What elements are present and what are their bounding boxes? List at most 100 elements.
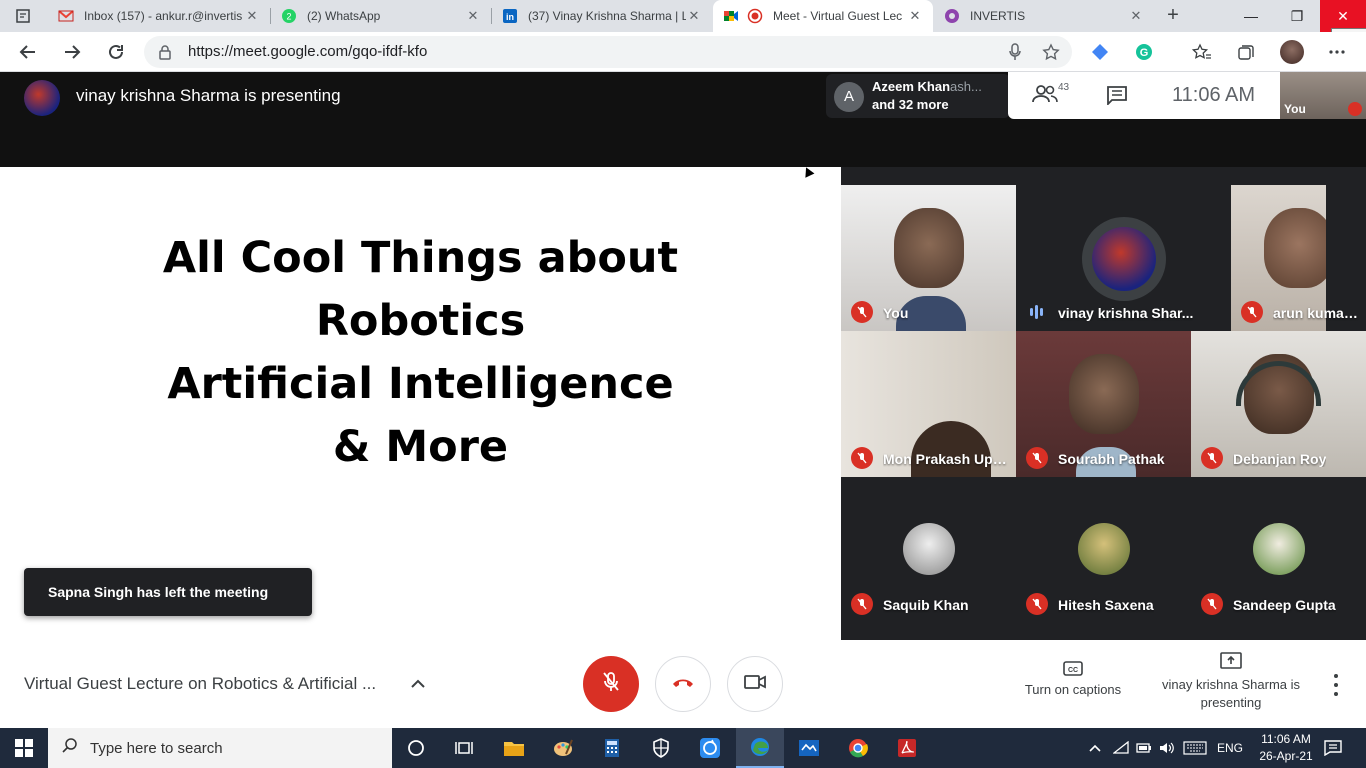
show-hidden-icons[interactable] [1088,728,1102,768]
tab-linkedin[interactable]: in (37) Vinay Krishna Sharma | Li ✕ [492,0,712,32]
profile-avatar[interactable] [1280,40,1304,64]
presenter-avatar [24,80,60,116]
edge-browser-icon[interactable] [736,728,784,768]
browser-menu-icon[interactable] [1326,41,1348,63]
more-options-icon[interactable] [1326,674,1346,696]
hang-up-icon [671,675,695,693]
language-indicator[interactable]: ENG [1217,728,1243,768]
url-text[interactable]: https://meet.google.com/gqo-ifdf-kfo [188,43,427,60]
self-preview-tile[interactable]: You [1280,72,1366,119]
headphones-icon [1236,361,1321,406]
windows-start-icon[interactable] [0,728,48,768]
presenting-header: vinay krishna Sharma is presenting [0,72,841,167]
acrobat-icon[interactable] [883,728,931,768]
participant-tile[interactable]: arun kumar gang... [1231,185,1366,331]
mic-off-icon [1026,447,1048,469]
search-icon [62,737,78,759]
security-shield-icon[interactable] [637,728,685,768]
people-icon[interactable] [1032,84,1058,109]
network-icon[interactable] [1113,728,1131,768]
participant-tile[interactable]: Hitesh Saxena [1016,477,1191,623]
mic-off-icon [1201,447,1223,469]
favorites-icon[interactable] [1191,41,1213,63]
participant-tile[interactable]: vinay krishna Shar... [1016,185,1231,331]
tab-invertis[interactable]: INVERTIS ✕ [934,0,1154,32]
new-tab-plus-icon[interactable]: + [1160,4,1186,28]
task-view-icon[interactable] [440,728,488,768]
participant-tile[interactable]: Mon Prakash Upa... [841,331,1016,477]
minimize-icon[interactable]: — [1228,0,1274,32]
windows-taskbar: Type here to search ENG 11:06 AM 26-Apr-… [0,728,1366,768]
invertis-icon [944,8,960,24]
close-tab-icon[interactable]: ✕ [465,8,481,24]
presentation-slide: All Cool Things about Robotics Artificia… [0,165,841,640]
participant-tile[interactable]: You [841,185,1016,331]
sync-app-icon[interactable] [686,728,734,768]
tab-gmail[interactable]: Inbox (157) - ankur.r@invertis ✕ [48,0,270,32]
notifications-icon[interactable] [1324,728,1342,768]
joiner-name: Azeem Khanash... [872,79,982,94]
chevron-up-icon[interactable] [410,676,426,694]
recent-joiners[interactable]: A Azeem Khanash... and 32 more [826,74,1010,118]
bookmark-star-icon[interactable] [1040,41,1062,63]
chat-icon[interactable] [1106,85,1128,110]
collections-icon[interactable] [1235,41,1257,63]
microphone-icon[interactable] [1004,41,1026,63]
tab-title: Meet - Virtual Guest Lec [773,9,903,23]
volume-icon[interactable] [1159,728,1175,768]
browser-tab-strip: Inbox (157) - ankur.r@invertis ✕ 2 (2) W… [0,0,1366,46]
participant-video [911,421,991,477]
keyboard-icon[interactable] [1183,728,1207,768]
close-tab-icon[interactable]: ✕ [686,8,702,24]
video-camera-icon [744,674,766,695]
mic-off-icon [851,447,873,469]
chrome-icon[interactable] [834,728,882,768]
battery-icon[interactable] [1136,728,1152,768]
tab-meet[interactable]: Meet - Virtual Guest Lec ✕ [713,0,933,32]
file-explorer-icon[interactable] [490,728,538,768]
participant-name: Sourabh Pathak [1058,451,1165,467]
tab-search-icon[interactable] [8,6,38,26]
taskbar-clock[interactable]: 11:06 AM 26-Apr-21 [1254,731,1318,765]
browser-toolbar: https://meet.google.com/gqo-ifdf-kfo G [0,32,1366,72]
address-bar[interactable]: https://meet.google.com/gqo-ifdf-kfo [144,36,1072,68]
taskbar-search-box[interactable]: Type here to search [48,728,392,768]
reload-icon[interactable] [102,38,130,66]
slide-title: All Cool Things about Robotics Artificia… [0,227,841,479]
camera-toggle-button[interactable] [727,656,783,712]
mic-off-icon [1026,593,1048,615]
cortana-icon[interactable] [392,728,440,768]
captions-button[interactable]: CC Turn on captions [1012,660,1134,697]
calculator-icon[interactable] [588,728,636,768]
close-tab-icon[interactable]: ✕ [907,8,923,24]
participant-count: 43 [1058,82,1070,93]
participant-tile[interactable]: Debanjan Roy [1191,331,1366,477]
participant-name: vinay krishna Shar... [1058,305,1194,321]
lock-icon[interactable] [158,44,172,65]
participant-name: You [883,305,909,321]
close-tab-icon[interactable]: ✕ [1128,8,1144,24]
mic-off-icon [601,671,621,698]
whiteboard-icon[interactable] [785,728,833,768]
restore-icon[interactable]: ❐ [1274,0,1320,32]
meeting-title[interactable]: Virtual Guest Lecture on Robotics & Arti… [24,674,376,694]
extension-diamond-icon[interactable] [1089,41,1111,63]
participant-tile[interactable]: Sourabh Pathak [1016,331,1191,477]
leave-call-button[interactable] [655,656,711,712]
back-arrow-icon[interactable] [14,38,42,66]
close-tab-icon[interactable]: ✕ [244,8,260,24]
presenting-button[interactable]: vinay krishna Sharma is presenting [1160,652,1302,712]
meeting-clock: 11:06 AM [1172,84,1256,106]
grammarly-icon[interactable]: G [1133,41,1155,63]
participant-name: Hitesh Saxena [1058,597,1154,613]
participant-tile[interactable]: Saquib Khan [841,477,1016,623]
participant-tile[interactable]: Sandeep Gupta [1191,477,1366,623]
speaking-indicator-icon [1030,305,1043,319]
present-screen-icon [1160,652,1302,670]
mic-toggle-button[interactable] [583,656,639,712]
paint-icon[interactable] [539,728,587,768]
captions-label: Turn on captions [1024,682,1122,697]
svg-text:2: 2 [286,12,291,22]
forward-arrow-icon[interactable] [58,38,86,66]
tab-whatsapp[interactable]: 2 (2) WhatsApp ✕ [271,0,491,32]
